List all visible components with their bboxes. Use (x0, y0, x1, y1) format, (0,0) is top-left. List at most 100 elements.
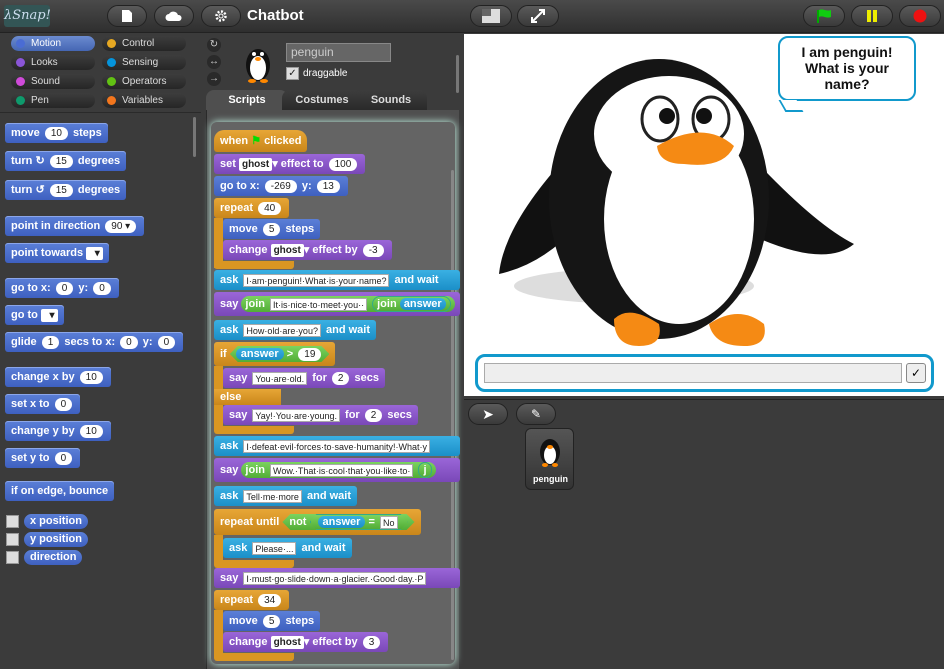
number-slot[interactable]: 0 (54, 397, 73, 411)
ask-more-block[interactable]: ask Tell·me·more and wait (214, 486, 358, 506)
answer-input[interactable] (484, 363, 902, 383)
text-slot[interactable]: I·defeat·evil·forces·to·save·humanity!·W… (243, 439, 430, 453)
number-slot[interactable]: 2 (331, 371, 350, 385)
change-y-block[interactable]: change y by 10 (5, 421, 111, 441)
bounce-block[interactable]: if on edge, bounce (5, 481, 115, 501)
direction-slot[interactable]: 90 ▾ (105, 219, 137, 233)
add-turtle-sprite-button[interactable]: ➤ (468, 403, 508, 425)
category-motion[interactable]: Motion (11, 36, 95, 51)
answer-reporter[interactable]: answer (236, 348, 284, 360)
number-slot[interactable]: 3 (362, 635, 381, 649)
say-goodbye-block[interactable]: say I·must·go·slide·down·a·glacier.·Good… (214, 568, 460, 588)
submit-answer-button[interactable]: ✓ (906, 363, 926, 383)
file-menu-button[interactable] (107, 5, 147, 27)
number-slot[interactable]: 1 (41, 335, 60, 349)
category-sensing[interactable]: Sensing (102, 55, 186, 70)
say-join-block[interactable]: say join Wow.·That·is·cool·that·you·like… (214, 458, 460, 482)
text-slot[interactable]: I·must·go·slide·down·a·glacier.·Good·day… (243, 571, 427, 585)
stop-button[interactable] (899, 5, 941, 27)
equals-predicate[interactable]: answer = No (310, 514, 408, 530)
sprite-bar-scrollbar[interactable] (456, 55, 459, 93)
number-slot[interactable]: 0 (120, 335, 138, 349)
go-to-block[interactable]: go to ▾ (5, 305, 64, 325)
join-reporter[interactable]: j (418, 462, 432, 478)
change-effect-block[interactable]: change ghost ▾ effect by -3 (223, 240, 392, 260)
text-slot[interactable]: You·are·old. (252, 371, 308, 385)
text-slot[interactable]: Tell·me·more (243, 489, 302, 503)
target-dropdown[interactable]: ▾ (40, 308, 58, 322)
set-x-block[interactable]: set x to 0 (5, 394, 81, 414)
ask-hero-block[interactable]: ask I·defeat·evil·forces·to·save·humanit… (214, 436, 460, 456)
repeat-block[interactable]: repeat 34 (214, 590, 290, 610)
green-flag-button[interactable] (803, 5, 845, 27)
target-dropdown[interactable]: ▾ (86, 246, 103, 260)
scripts-area[interactable]: when ⚑ clicked set ghost ▾ effect to 100 … (206, 110, 460, 669)
number-slot[interactable]: 19 (298, 348, 321, 361)
sprite-name-field[interactable]: penguin (286, 43, 391, 62)
category-control[interactable]: Control (102, 36, 186, 51)
text-slot[interactable]: It·is·nice·to·meet·you·· (270, 297, 368, 311)
glide-block[interactable]: glide 1 secs to x: 0 y: 0 (5, 332, 184, 352)
pause-button[interactable] (851, 5, 893, 27)
text-slot[interactable]: Yay!·You·are·young. (252, 408, 340, 422)
move-steps-block[interactable]: move 10 steps (5, 123, 108, 143)
number-slot[interactable]: 10 (44, 126, 68, 140)
not-predicate[interactable]: not answer = No (282, 514, 414, 530)
effect-dropdown[interactable]: ghost (270, 243, 304, 257)
number-slot[interactable]: 34 (258, 593, 282, 607)
ask-age-block[interactable]: ask How·old·are·you? and wait (214, 320, 377, 340)
point-towards-block[interactable]: point towards ▾ (5, 243, 109, 263)
turn-clockwise-block[interactable]: turn ↻ 15 degrees (5, 151, 127, 171)
join-reporter[interactable]: join Wow.·That·is·cool·that·you·like·to·… (241, 462, 436, 478)
answer-reporter[interactable]: answer (318, 516, 366, 528)
go-to-xy-block[interactable]: go to x: -269 y: 13 (214, 176, 348, 196)
text-slot[interactable]: Wow.·That·is·cool·that·you·like·to· (270, 463, 414, 477)
change-effect-block[interactable]: change ghost ▾ effect by 3 (223, 632, 389, 652)
y-position-reporter[interactable]: y position (24, 532, 88, 547)
if-else-block[interactable]: if answer > 19 (214, 342, 336, 366)
go-to-xy-block[interactable]: go to x: 0 y: 0 (5, 278, 119, 298)
set-y-block[interactable]: set y to 0 (5, 448, 81, 468)
tab-sounds[interactable]: Sounds (355, 90, 427, 110)
greater-than-predicate[interactable]: answer > 19 (230, 346, 330, 362)
tab-costumes[interactable]: Costumes (282, 90, 362, 110)
paint-new-sprite-button[interactable]: ✎ (516, 403, 556, 425)
tab-scripts[interactable]: Scripts (206, 90, 288, 110)
text-slot[interactable]: No (380, 516, 398, 529)
say-join-block[interactable]: say join It·is·nice·to·meet·you·· join a… (214, 292, 460, 316)
number-slot[interactable]: 0 (93, 281, 111, 295)
flip-icon[interactable]: ↔ (207, 55, 221, 69)
number-slot[interactable]: 2 (364, 408, 383, 422)
x-position-reporter[interactable]: x position (24, 514, 88, 529)
number-slot[interactable]: 0 (55, 281, 74, 295)
text-slot[interactable]: How·old·are·you? (243, 323, 321, 337)
number-slot[interactable]: 5 (262, 222, 281, 236)
ask-please-block[interactable]: ask Please·... and wait (223, 538, 352, 558)
number-slot[interactable]: 15 (49, 183, 73, 197)
say-for-secs-block[interactable]: say You·are·old. for 2 secs (223, 368, 386, 388)
repeat-block[interactable]: repeat 40 (214, 198, 290, 218)
direction-reporter[interactable]: direction (24, 550, 83, 565)
ask-name-block[interactable]: ask I·am·penguin!·What·is·your·name? and… (214, 270, 460, 290)
effect-dropdown[interactable]: ghost (238, 157, 273, 171)
change-x-block[interactable]: change x by 10 (5, 367, 111, 387)
x-position-watcher-checkbox[interactable] (6, 515, 19, 528)
number-slot[interactable]: 100 (328, 157, 358, 171)
number-slot[interactable]: 0 (54, 451, 73, 465)
stage-size-button[interactable] (470, 5, 512, 27)
join-reporter[interactable]: join answer (372, 296, 451, 312)
category-variables[interactable]: Variables (102, 93, 186, 108)
category-looks[interactable]: Looks (11, 55, 95, 70)
cloud-button[interactable] (154, 5, 194, 27)
number-slot[interactable]: 0 (157, 335, 176, 349)
text-slot[interactable]: I·am·penguin!·What·is·your·name? (243, 273, 390, 287)
snap-logo[interactable]: λSnap! (4, 5, 51, 27)
repeat-until-block[interactable]: repeat until not answer = No (214, 509, 421, 535)
move-steps-block[interactable]: move 5 steps (223, 611, 321, 631)
presentation-mode-button[interactable] (517, 5, 559, 27)
number-slot[interactable]: 13 (316, 179, 340, 193)
category-pen[interactable]: Pen (11, 93, 95, 108)
sprite-icon-penguin[interactable]: penguin (525, 428, 574, 490)
no-rotate-icon[interactable]: → (207, 72, 221, 86)
text-slot[interactable]: Please·... (252, 541, 297, 555)
